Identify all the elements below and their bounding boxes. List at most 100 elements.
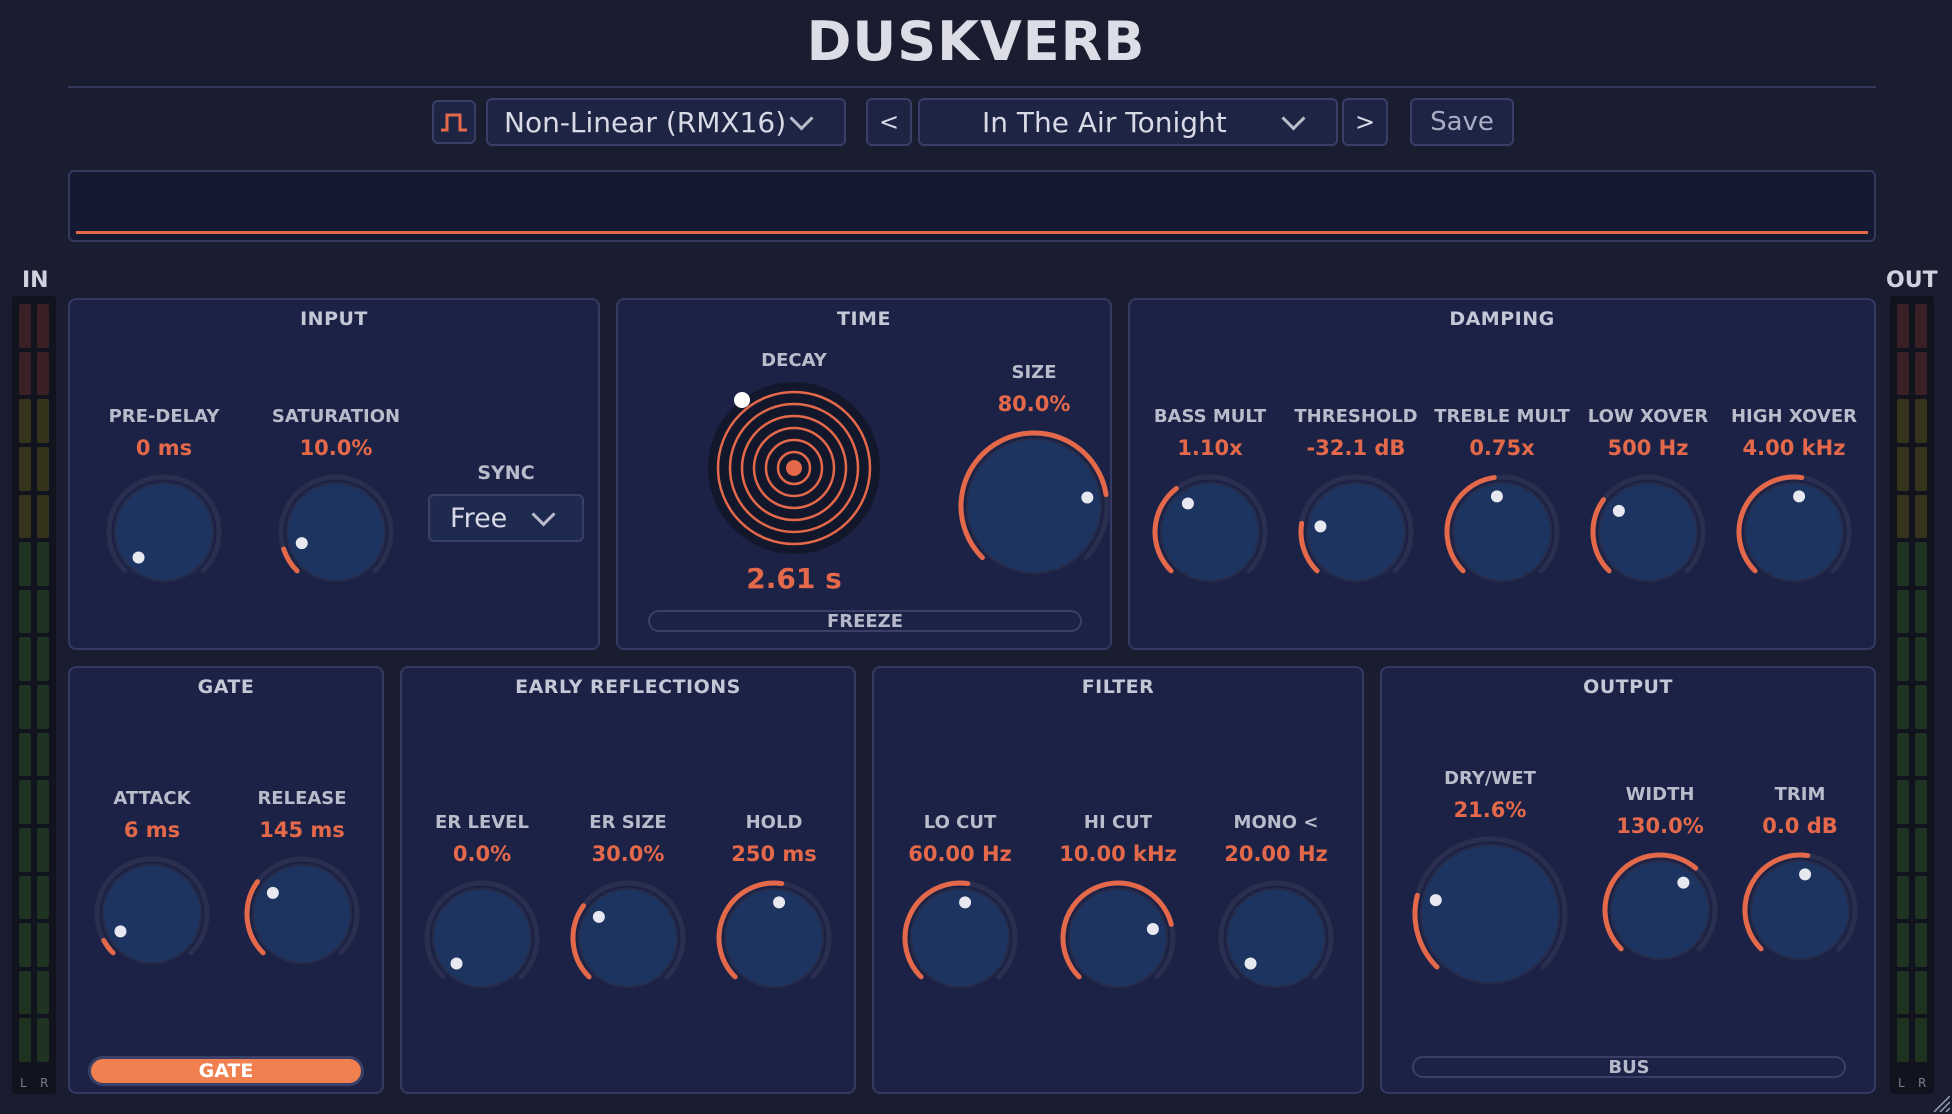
release-value: 145 ms xyxy=(259,818,345,842)
knob-graphic xyxy=(278,474,394,582)
previous-preset-button[interactable]: < xyxy=(866,98,912,146)
knob-indicator xyxy=(1677,876,1690,889)
time-panel-title: TIME xyxy=(837,308,891,330)
bass-mult-label: BASS MULT xyxy=(1153,406,1267,427)
decay-knob[interactable] xyxy=(704,378,884,558)
knob-body xyxy=(966,438,1102,574)
meter-segment xyxy=(19,923,31,967)
knob-indicator xyxy=(1429,894,1442,907)
resize-grip-icon[interactable] xyxy=(1930,1092,1950,1112)
bass-mult-knob[interactable] xyxy=(1152,474,1268,590)
meter-segment xyxy=(1897,494,1909,539)
meter-segment xyxy=(19,542,31,586)
size-value: 80.0% xyxy=(997,392,1071,416)
trim-knob[interactable] xyxy=(1742,852,1858,968)
knob-indicator xyxy=(1081,491,1094,504)
treble-mult-knob[interactable] xyxy=(1444,474,1560,590)
meter-segment xyxy=(19,446,31,491)
saturation-knob[interactable] xyxy=(278,474,394,590)
meter-segment xyxy=(37,304,49,348)
meter-segment xyxy=(37,351,49,396)
hi-cut-label: HI CUT xyxy=(1083,812,1153,833)
input-meter: L R xyxy=(12,296,56,1094)
knob-indicator xyxy=(1799,868,1812,881)
lo-cut-knob[interactable] xyxy=(902,880,1018,996)
damping-panel-title: DAMPING xyxy=(1449,308,1555,330)
preset-dropdown[interactable]: In The Air Tonight xyxy=(918,98,1338,146)
waveform-display xyxy=(68,170,1876,242)
meter-segment xyxy=(19,875,31,920)
hold-knob[interactable] xyxy=(716,880,832,996)
hi-cut-knob[interactable] xyxy=(1060,880,1176,996)
input-meter-right-label: R xyxy=(40,1076,49,1090)
meter-segment xyxy=(37,1018,49,1062)
gate-toggle-button[interactable]: GATE xyxy=(88,1056,364,1086)
meter-segment xyxy=(19,827,31,872)
meter-segment xyxy=(1915,685,1927,729)
size-knob[interactable] xyxy=(958,430,1110,582)
output-meter-left-channel xyxy=(1897,302,1909,1064)
trim-value: 0.0 dB xyxy=(1762,814,1838,838)
meter-segment xyxy=(1915,1018,1927,1062)
freeze-button[interactable]: FREEZE xyxy=(648,610,1082,632)
meter-segment xyxy=(19,589,31,634)
sync-dropdown[interactable]: Free xyxy=(428,494,584,542)
meter-segment xyxy=(19,685,31,729)
meter-segment xyxy=(1915,351,1927,396)
meter-segment xyxy=(1915,637,1927,681)
knob-graphic xyxy=(716,880,832,988)
knob-body xyxy=(286,482,386,582)
meter-segment xyxy=(19,304,31,348)
low-xover-value: 500 Hz xyxy=(1607,436,1689,460)
time-panel: TIME DECAY 2.61 s SIZE 80.0% FREEZE xyxy=(616,298,1112,650)
meter-segment xyxy=(1915,827,1927,872)
meter-segment xyxy=(1915,494,1927,539)
meter-segment xyxy=(37,542,49,586)
mono-knob[interactable] xyxy=(1218,880,1334,996)
previous-preset-label: < xyxy=(878,108,900,136)
high-xover-knob[interactable] xyxy=(1736,474,1852,590)
meter-segment xyxy=(19,732,31,777)
meter-segment xyxy=(1897,780,1909,824)
knob-body xyxy=(1610,860,1710,960)
attack-knob[interactable] xyxy=(94,856,210,972)
knob-graphic xyxy=(1444,474,1560,582)
knob-graphic xyxy=(1060,880,1176,988)
meter-segment xyxy=(1915,875,1927,920)
mono-value: 20.00 Hz xyxy=(1224,842,1328,866)
knob-graphic xyxy=(1298,474,1414,582)
output-meter-right-label: R xyxy=(1918,1076,1927,1090)
meter-segment xyxy=(37,827,49,872)
gate-panel: GATE ATTACK 6 ms RELEASE 145 ms GATE xyxy=(68,666,384,1094)
mode-toggle-button[interactable] xyxy=(432,100,476,144)
gate-toggle-label: GATE xyxy=(198,1060,254,1082)
er-size-label: ER SIZE xyxy=(589,812,667,833)
meter-segment xyxy=(37,399,49,443)
er-size-knob[interactable] xyxy=(570,880,686,996)
hi-cut-value: 10.00 kHz xyxy=(1059,842,1177,866)
header-divider xyxy=(68,86,1876,88)
release-knob[interactable] xyxy=(244,856,360,972)
bus-button[interactable]: BUS xyxy=(1412,1056,1846,1078)
meter-segment xyxy=(37,637,49,681)
treble-mult-value: 0.75x xyxy=(1469,436,1535,460)
er-level-knob[interactable] xyxy=(424,880,540,996)
next-preset-button[interactable]: > xyxy=(1342,98,1388,146)
pre-delay-knob[interactable] xyxy=(106,474,222,590)
filter-panel: FILTER LO CUT 60.00 Hz HI CUT 10.00 kHz … xyxy=(872,666,1364,1094)
meter-segment xyxy=(37,685,49,729)
width-knob[interactable] xyxy=(1602,852,1718,968)
low-xover-knob[interactable] xyxy=(1590,474,1706,590)
knob-graphic xyxy=(106,474,222,582)
threshold-value: -32.1 dB xyxy=(1306,436,1406,460)
knob-indicator xyxy=(132,551,145,564)
knob-graphic xyxy=(1742,852,1858,960)
threshold-label: THRESHOLD xyxy=(1294,406,1418,427)
waveform-line xyxy=(76,231,1868,234)
save-button[interactable]: Save xyxy=(1410,98,1514,146)
algorithm-dropdown[interactable]: Non-Linear (RMX16) xyxy=(486,98,846,146)
threshold-knob[interactable] xyxy=(1298,474,1414,590)
meter-segment xyxy=(37,732,49,777)
knob-indicator xyxy=(959,896,972,909)
dry-wet-knob[interactable] xyxy=(1412,836,1568,992)
